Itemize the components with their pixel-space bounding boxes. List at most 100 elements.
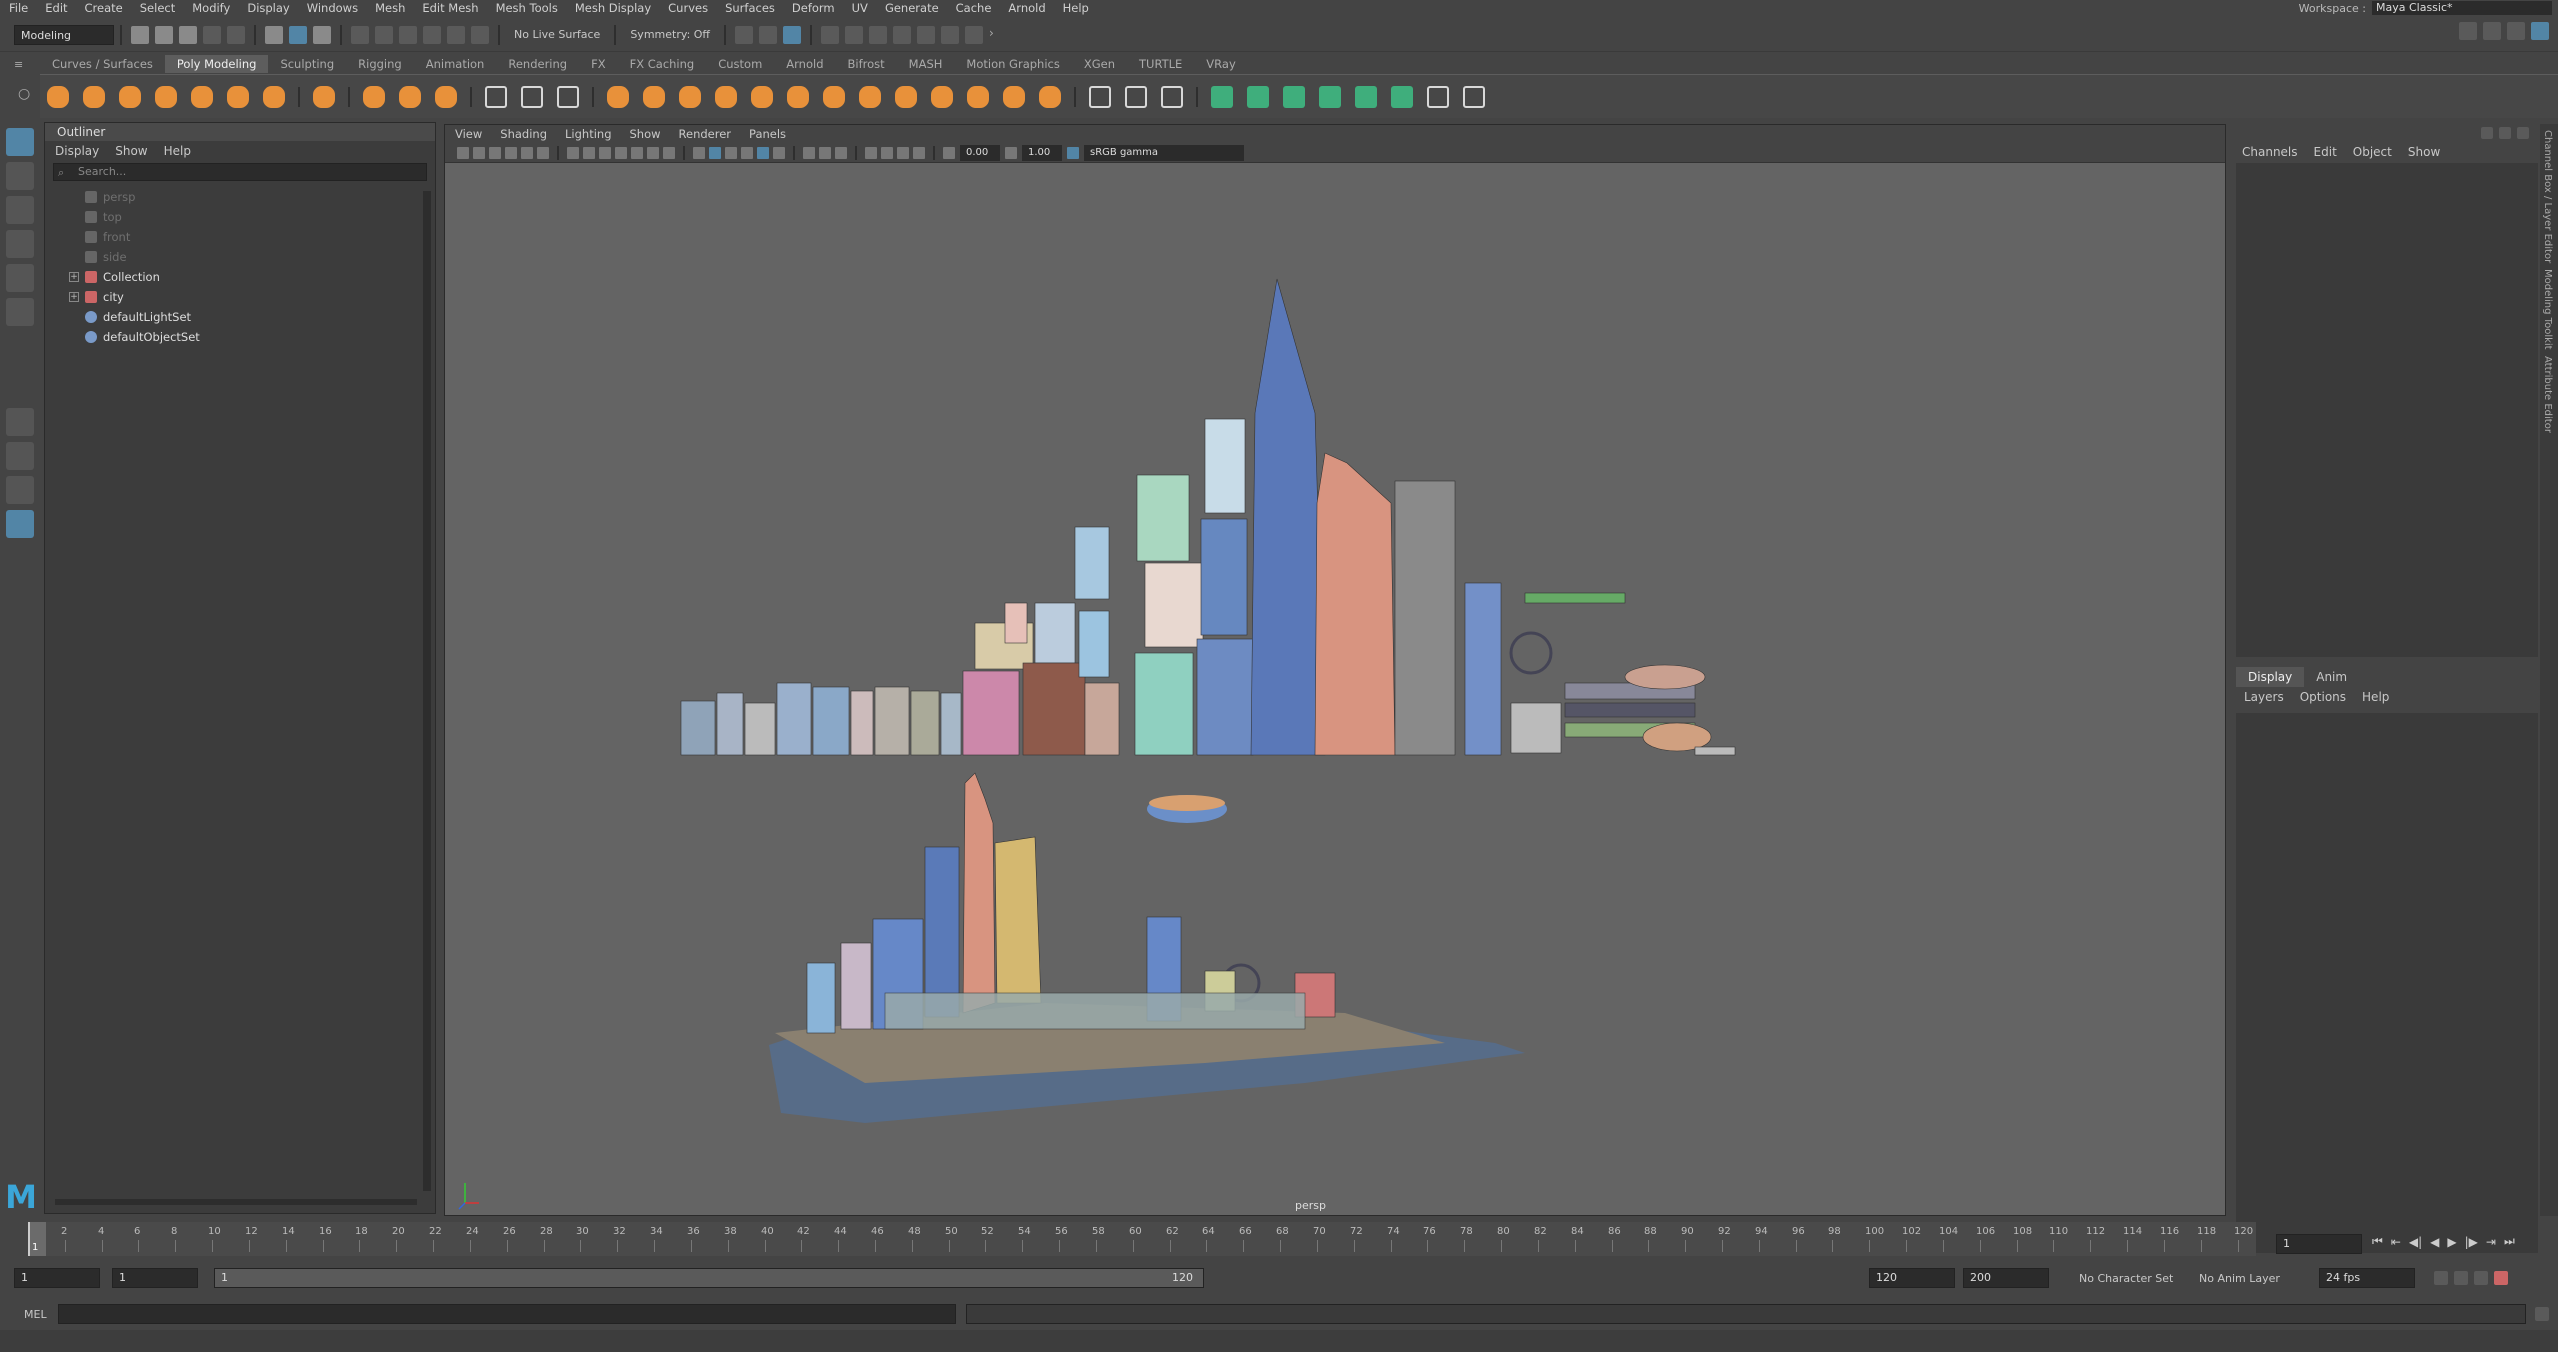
gate-mask-icon[interactable]: [615, 146, 627, 159]
boolean-diff-icon[interactable]: [747, 82, 777, 112]
bookmark-icon[interactable]: [489, 146, 501, 159]
current-frame-field[interactable]: 1: [2276, 1234, 2362, 1254]
select-object-icon[interactable]: [289, 25, 307, 44]
uv-camera-icon[interactable]: [1351, 82, 1381, 112]
insert-loop-icon[interactable]: [1121, 82, 1151, 112]
loop-icon[interactable]: [2434, 1271, 2448, 1285]
menu-edit[interactable]: Edit: [45, 1, 67, 15]
outliner-menu-display[interactable]: Display: [55, 141, 99, 161]
offset-loop-icon[interactable]: [1157, 82, 1187, 112]
default-material-icon[interactable]: [725, 146, 737, 159]
outliner-node-city[interactable]: + city: [45, 287, 435, 307]
weld-icon[interactable]: [1423, 82, 1453, 112]
xray-joints-icon[interactable]: [897, 146, 909, 159]
viewport-menu-view[interactable]: View: [455, 125, 482, 143]
redo-icon[interactable]: [227, 25, 245, 44]
poly-sphere-icon[interactable]: [43, 82, 73, 112]
svg-icon[interactable]: [431, 82, 461, 112]
grid-icon[interactable]: [567, 146, 579, 159]
bridge-icon[interactable]: [855, 82, 885, 112]
multi-cut-icon[interactable]: [517, 82, 547, 112]
menu-curves[interactable]: Curves: [668, 1, 708, 15]
current-time-marker[interactable]: 1: [28, 1222, 46, 1256]
outliner-node-front[interactable]: front: [45, 227, 435, 247]
gamma-field[interactable]: 1.00: [1022, 144, 1062, 161]
command-lang-label[interactable]: MEL: [24, 1308, 58, 1321]
viewport-menu-shading[interactable]: Shading: [500, 125, 547, 143]
snap-edge-icon[interactable]: [471, 25, 489, 44]
single-view-icon[interactable]: [6, 408, 34, 436]
menu-modify[interactable]: Modify: [192, 1, 230, 15]
fps-dropdown[interactable]: 24 fps: [2319, 1268, 2415, 1288]
toggle-panel-icon[interactable]: [2459, 22, 2477, 40]
poly-disc-icon[interactable]: [259, 82, 289, 112]
outliner-node-top[interactable]: top: [45, 207, 435, 227]
workspace-dropdown[interactable]: Maya Classic*: [2372, 1, 2552, 15]
menu-cache[interactable]: Cache: [956, 1, 992, 15]
render-view-icon[interactable]: [759, 25, 778, 44]
shelf-tab-vray[interactable]: VRay: [1194, 55, 1247, 73]
shelf-tab-custom[interactable]: Custom: [706, 55, 774, 73]
menu-display[interactable]: Display: [247, 1, 289, 15]
channelbox-toggle-icon[interactable]: [2481, 127, 2493, 139]
outliner-node-defaultlightset[interactable]: defaultLightSet: [45, 307, 435, 327]
image-plane-icon[interactable]: [505, 146, 517, 159]
range-slider[interactable]: 1 120: [214, 1268, 1204, 1288]
outliner-menu-help[interactable]: Help: [164, 141, 191, 161]
go-start-icon[interactable]: ⏮: [2372, 1234, 2383, 1249]
script-editor-icon[interactable]: [2535, 1307, 2549, 1321]
cut-uv-icon[interactable]: [1459, 82, 1489, 112]
resolution-gate-icon[interactable]: [599, 146, 611, 159]
time-slider[interactable]: 2 4 6 8 10 12 14 16 18 20 22 24 26 28 30 32 34 36 38 40 42 44…: [28, 1222, 2256, 1256]
shelf-tab-animation[interactable]: Animation: [414, 55, 497, 73]
ipr-render-icon[interactable]: [783, 25, 802, 44]
shelf-tab-mash[interactable]: MASH: [897, 55, 955, 73]
append-icon[interactable]: [927, 82, 957, 112]
sound-icon[interactable]: [2454, 1271, 2468, 1285]
render-ipr-icon[interactable]: [845, 25, 864, 44]
side-tab-modeling-toolkit[interactable]: Modeling Toolkit: [2542, 269, 2553, 350]
uv-planar-icon[interactable]: [1207, 82, 1237, 112]
bevel-icon[interactable]: [783, 82, 813, 112]
poly-torus-icon[interactable]: [187, 82, 217, 112]
shelf-tab-fx-caching[interactable]: FX Caching: [618, 55, 707, 73]
poly-cube-icon[interactable]: [79, 82, 109, 112]
2d-pan-icon[interactable]: [521, 146, 533, 159]
anim-layer-dropdown[interactable]: No Anim Layer: [2199, 1272, 2309, 1285]
smooth-shade-icon[interactable]: [709, 146, 721, 159]
motion-blur-icon[interactable]: [835, 146, 847, 159]
shelf-tab-poly-modeling[interactable]: Poly Modeling: [164, 55, 269, 73]
menu-edit-mesh[interactable]: Edit Mesh: [422, 1, 478, 15]
backface-icon[interactable]: [913, 146, 925, 159]
step-back-key-icon[interactable]: ⇤: [2391, 1235, 2401, 1249]
hypershade-icon[interactable]: [893, 25, 912, 44]
snap-grid-icon[interactable]: [351, 25, 369, 44]
step-forward-icon[interactable]: |▶: [2465, 1235, 2478, 1249]
menu-create[interactable]: Create: [85, 1, 123, 15]
go-end-icon[interactable]: ⏭: [2504, 1234, 2515, 1249]
scale-tool-icon[interactable]: [6, 298, 34, 326]
layer-menu-options[interactable]: Options: [2300, 690, 2346, 704]
snap-curve-icon[interactable]: [375, 25, 393, 44]
shelf-tab-bifrost[interactable]: Bifrost: [836, 55, 897, 73]
channelbox-menu-object[interactable]: Object: [2353, 145, 2392, 159]
outliner-node-collection[interactable]: + Collection: [45, 267, 435, 287]
channelbox-menu-edit[interactable]: Edit: [2314, 145, 2337, 159]
viewport-menu-renderer[interactable]: Renderer: [679, 125, 732, 143]
shelf-tab-motion-graphics[interactable]: Motion Graphics: [954, 55, 1071, 73]
menu-deform[interactable]: Deform: [792, 1, 835, 15]
outliner-node-persp[interactable]: persp: [45, 187, 435, 207]
shelf-tab-rendering[interactable]: Rendering: [496, 55, 579, 73]
menu-help[interactable]: Help: [1063, 1, 1089, 15]
snap-surface-icon[interactable]: [447, 25, 465, 44]
shelf-tab-curves-surfaces[interactable]: Curves / Surfaces: [40, 55, 165, 73]
expand-icon[interactable]: +: [69, 272, 79, 282]
camera-attr-icon[interactable]: [473, 146, 485, 159]
four-view-icon[interactable]: [6, 442, 34, 470]
start-time-field[interactable]: 1: [14, 1268, 100, 1288]
toggle-panel-icon[interactable]: [2507, 22, 2525, 40]
select-hierarchy-icon[interactable]: [265, 25, 283, 44]
live-surface-label[interactable]: No Live Surface: [514, 28, 600, 41]
menu-generate[interactable]: Generate: [885, 1, 939, 15]
viewport-menu-panels[interactable]: Panels: [749, 125, 786, 143]
